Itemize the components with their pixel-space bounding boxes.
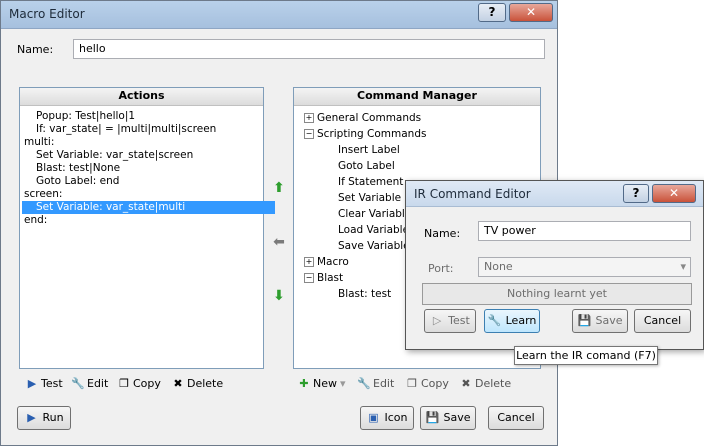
- delete-action-button[interactable]: ✖ Delete: [171, 376, 223, 392]
- tree-leaf[interactable]: Insert Label: [338, 142, 400, 158]
- copy-action-button[interactable]: ❐ Copy: [117, 376, 161, 392]
- learn-button[interactable]: 🔧 Learn: [484, 309, 540, 333]
- tree-leaf[interactable]: Set Variable: [338, 190, 401, 206]
- close-button[interactable]: ✕: [509, 3, 553, 22]
- play-icon: ▷: [432, 314, 442, 327]
- action-line[interactable]: Goto Label: end: [22, 175, 119, 188]
- help-button[interactable]: ?: [478, 3, 506, 22]
- delete-command-button[interactable]: ✖ Delete: [459, 376, 511, 392]
- expand-icon[interactable]: +: [304, 113, 314, 123]
- learn-status: Nothing learnt yet: [422, 283, 692, 305]
- actions-toolbar: ▶ Test 🔧 Edit ❐ Copy ✖ Delete: [19, 373, 264, 395]
- action-line[interactable]: If: var_state| = |multi|multi|screen: [22, 123, 216, 136]
- tree-leaf[interactable]: Save Variable: [338, 238, 410, 254]
- tree-leaf[interactable]: Blast: test: [338, 286, 391, 302]
- action-line[interactable]: Set Variable: var_state|screen: [22, 149, 193, 162]
- move-up-icon[interactable]: ⬆: [271, 180, 287, 196]
- cancel-button[interactable]: Cancel: [488, 406, 544, 430]
- help-button[interactable]: ?: [623, 184, 649, 203]
- save-icon: 💾: [577, 314, 592, 327]
- save-button[interactable]: 💾 Save: [420, 406, 476, 430]
- actions-header: Actions: [20, 88, 263, 106]
- delete-icon: ✖: [461, 377, 471, 390]
- edit-action-button[interactable]: 🔧 Edit: [71, 376, 108, 392]
- action-line[interactable]: end:: [22, 214, 47, 227]
- title-bar[interactable]: Macro Editor ? ✕: [1, 1, 557, 29]
- chevron-down-icon: ▾: [340, 377, 346, 390]
- tree-node-macro[interactable]: + Macro: [304, 254, 349, 270]
- command-manager-header: Command Manager: [294, 88, 540, 106]
- tree-leaf[interactable]: Load Variable: [338, 222, 409, 238]
- run-button[interactable]: ▶ Run: [17, 406, 71, 430]
- ir-name-input[interactable]: TV power: [478, 221, 691, 241]
- action-line[interactable]: screen:: [22, 188, 62, 201]
- actions-list[interactable]: Actions Popup: Test|hello|1 If: var_stat…: [19, 87, 275, 369]
- title-bar[interactable]: IR Command Editor ? ✕: [406, 181, 703, 207]
- wrench-icon: 🔧: [487, 314, 502, 327]
- ir-test-button[interactable]: ▷ Test: [424, 309, 476, 333]
- action-line-selected[interactable]: Set Variable: var_state|multi: [22, 201, 275, 214]
- copy-command-button[interactable]: ❐ Copy: [405, 376, 449, 392]
- icon-button[interactable]: ▣ Icon: [360, 406, 414, 430]
- tree-node-general[interactable]: + General Commands: [304, 110, 421, 126]
- action-line[interactable]: Popup: Test|hello|1: [22, 110, 135, 123]
- edit-command-button[interactable]: 🔧 Edit: [357, 376, 394, 392]
- play-icon: ▶: [27, 411, 36, 424]
- tree-leaf[interactable]: Goto Label: [338, 158, 395, 174]
- tree-node-blast[interactable]: − Blast: [304, 270, 343, 286]
- wrench-icon: 🔧: [357, 377, 371, 390]
- ir-cancel-button[interactable]: Cancel: [634, 309, 691, 333]
- port-label: Port:: [428, 262, 454, 275]
- action-line[interactable]: Blast: test|None: [22, 162, 120, 175]
- new-command-button[interactable]: ✚ New ▾: [297, 376, 346, 392]
- chevron-down-icon: ▾: [680, 260, 686, 273]
- collapse-icon[interactable]: −: [304, 273, 314, 283]
- ir-save-button[interactable]: 💾 Save: [572, 309, 628, 333]
- play-icon: ▶: [27, 377, 37, 390]
- save-icon: 💾: [425, 411, 440, 424]
- command-toolbar: ✚ New ▾ 🔧 Edit ❐ Copy ✖ Delete: [293, 373, 541, 395]
- expand-icon[interactable]: +: [304, 257, 314, 267]
- ir-command-editor-dialog: IR Command Editor ? ✕ Name: TV power Por…: [405, 180, 704, 350]
- name-label: Name:: [17, 43, 54, 56]
- learn-tooltip: Learn the IR comand (F7): [514, 346, 658, 365]
- collapse-icon[interactable]: −: [304, 129, 314, 139]
- tree-node-scripting[interactable]: − Scripting Commands: [304, 126, 426, 142]
- test-action-button[interactable]: ▶ Test: [25, 376, 63, 392]
- tree-leaf[interactable]: Clear Variable: [338, 206, 411, 222]
- window-title: Macro Editor: [9, 7, 85, 21]
- delete-icon: ✖: [173, 377, 183, 390]
- ir-name-label: Name:: [424, 227, 461, 240]
- copy-icon: ❐: [407, 377, 417, 390]
- action-line[interactable]: multi:: [22, 136, 54, 149]
- close-button[interactable]: ✕: [652, 184, 696, 203]
- move-down-icon[interactable]: ⬇: [271, 288, 287, 304]
- image-icon: ▣: [368, 411, 379, 424]
- dialog-title: IR Command Editor: [414, 187, 531, 201]
- macro-name-input[interactable]: hello: [73, 39, 545, 59]
- plus-icon: ✚: [299, 377, 309, 390]
- add-left-icon[interactable]: ⬅: [271, 234, 287, 250]
- copy-icon: ❐: [119, 377, 129, 390]
- tree-leaf[interactable]: If Statement: [338, 174, 403, 190]
- port-select[interactable]: None ▾: [478, 257, 691, 277]
- wrench-icon: 🔧: [71, 377, 85, 390]
